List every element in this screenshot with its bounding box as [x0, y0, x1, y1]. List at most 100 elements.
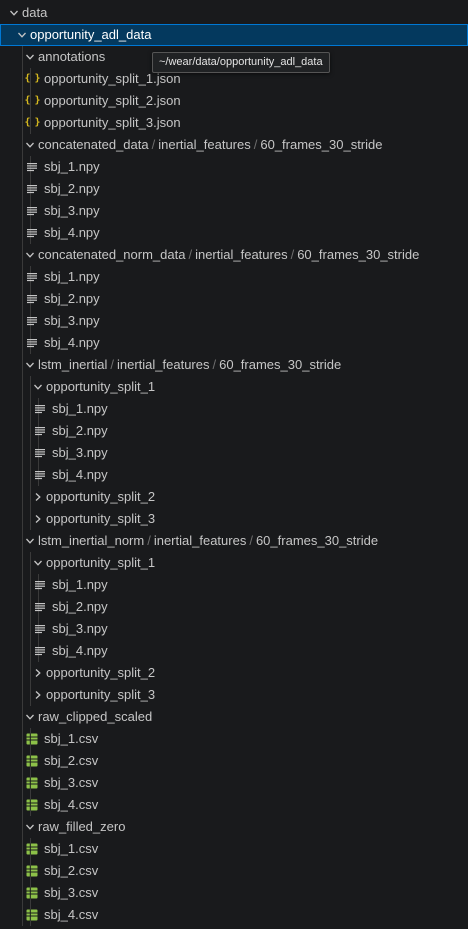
tree-folder-row[interactable]: opportunity_split_2 [0, 662, 468, 684]
spreadsheet-icon [24, 772, 40, 794]
tree-file-row[interactable]: sbj_3.csv [0, 882, 468, 904]
tree-folder-row[interactable]: opportunity_adl_data [0, 24, 468, 46]
indent-guide [22, 772, 23, 794]
tree-file-row[interactable]: sbj_1.npy [0, 574, 468, 596]
folder-label: lstm_inertial / inertial_features/60_frame… [38, 354, 341, 376]
tree-file-row[interactable]: sbj_2.npy [0, 420, 468, 442]
path-separator: / [151, 137, 156, 152]
indent-guide [22, 552, 23, 574]
chevron-down-icon[interactable] [22, 46, 38, 68]
file-label: opportunity_split_2.json [44, 93, 181, 108]
file-label: opportunity_split_3.json [44, 115, 181, 130]
tree-folder-row[interactable]: data [0, 2, 468, 24]
indent-guide [22, 288, 23, 310]
indent-guide [22, 266, 23, 288]
indent-guide [22, 178, 23, 200]
indent-guide [22, 860, 23, 882]
indent-guide [22, 618, 23, 640]
indent-guide [30, 420, 31, 442]
text-lines-icon [32, 442, 48, 464]
file-label: sbj_3.npy [44, 313, 100, 328]
chevron-down-icon[interactable] [22, 706, 38, 728]
tree-file-row[interactable]: sbj_3.npy [0, 310, 468, 332]
chevron-right-icon[interactable] [30, 662, 46, 684]
tree-folder-row[interactable]: raw_filled_zero [0, 816, 468, 838]
path-separator: / [249, 533, 253, 548]
tree-file-row[interactable]: { } opportunity_split_3.json [0, 112, 468, 134]
tree-folder-row[interactable]: concatenated_data / inertial_features/60_f… [0, 134, 468, 156]
tree-file-row[interactable]: sbj_1.npy [0, 266, 468, 288]
chevron-right-icon[interactable] [30, 486, 46, 508]
chevron-down-icon[interactable] [22, 816, 38, 838]
tree-file-row[interactable]: sbj_4.npy [0, 332, 468, 354]
tree-file-row[interactable]: sbj_2.csv [0, 860, 468, 882]
tree-folder-row[interactable]: opportunity_split_1 [0, 376, 468, 398]
indent-guide [30, 398, 31, 420]
tree-folder-row[interactable]: opportunity_split_2 [0, 486, 468, 508]
folder-label: concatenated_data / inertial_features/60_f… [38, 134, 383, 156]
tree-file-row[interactable]: sbj_3.npy [0, 618, 468, 640]
tree-file-row[interactable]: sbj_3.npy [0, 442, 468, 464]
chevron-down-icon[interactable] [30, 552, 46, 574]
tree-folder-row[interactable]: lstm_inertial_norm / inertial_features/60_… [0, 530, 468, 552]
indent-guide [22, 838, 23, 860]
file-label: sbj_2.npy [52, 423, 108, 438]
tree-file-row[interactable]: sbj_3.csv [0, 772, 468, 794]
file-label: sbj_3.npy [52, 445, 108, 460]
text-lines-icon [32, 398, 48, 420]
path-segment: 60_frames_30_stride [297, 247, 420, 262]
indent-guide [22, 442, 23, 464]
file-label: sbj_4.csv [44, 907, 99, 922]
chevron-down-icon[interactable] [22, 244, 38, 266]
tree-folder-row[interactable]: concatenated_norm_data / inertial_features… [0, 244, 468, 266]
chevron-down-icon[interactable] [22, 530, 38, 552]
indent-guide [22, 728, 23, 750]
tree-file-row[interactable]: sbj_1.csv [0, 838, 468, 860]
chevron-right-icon[interactable] [30, 508, 46, 530]
indent-guide [22, 486, 23, 508]
indent-guide [22, 596, 23, 618]
file-label: sbj_2.csv [44, 753, 99, 768]
folder-label: concatenated_norm_data / inertial_features… [38, 244, 419, 266]
tree-folder-row[interactable]: lstm_inertial / inertial_features/60_frame… [0, 354, 468, 376]
chevron-down-icon[interactable] [22, 354, 38, 376]
tree-file-row[interactable]: sbj_4.npy [0, 640, 468, 662]
tree-file-row[interactable]: sbj_1.csv [0, 728, 468, 750]
path-segment: inertial_features [116, 357, 210, 372]
indent-guide [22, 200, 23, 222]
tree-file-row[interactable]: sbj_4.csv [0, 794, 468, 816]
text-lines-icon [24, 332, 40, 354]
file-label: sbj_2.npy [44, 181, 100, 196]
tree-folder-row[interactable]: opportunity_split_3 [0, 508, 468, 530]
chevron-right-icon[interactable] [30, 684, 46, 706]
folder-label: lstm_inertial_norm / inertial_features/60_… [38, 530, 378, 552]
tree-file-row[interactable]: { } opportunity_split_2.json [0, 90, 468, 112]
chevron-down-icon[interactable] [30, 376, 46, 398]
folder-label: opportunity_split_2 [46, 489, 156, 504]
tree-file-row[interactable]: sbj_4.csv [0, 904, 468, 926]
chevron-down-icon[interactable] [22, 134, 38, 156]
text-lines-icon [24, 156, 40, 178]
chevron-down-icon[interactable] [6, 2, 22, 24]
file-label: sbj_3.npy [52, 621, 108, 636]
tree-folder-row[interactable]: opportunity_split_3 [0, 684, 468, 706]
tree-file-row[interactable]: sbj_4.npy [0, 222, 468, 244]
tree-file-row[interactable]: sbj_2.csv [0, 750, 468, 772]
chevron-down-icon[interactable] [14, 24, 30, 46]
path-tooltip: ~/wear/data/opportunity_adl_data [152, 52, 330, 73]
tree-file-row[interactable]: sbj_4.npy [0, 464, 468, 486]
json-braces-icon: { } [24, 117, 40, 128]
tree-file-row[interactable]: sbj_3.npy [0, 200, 468, 222]
path-segment: inertial_features [158, 137, 251, 152]
tree-file-row[interactable]: sbj_2.npy [0, 596, 468, 618]
tree-folder-row[interactable]: opportunity_split_1 [0, 552, 468, 574]
spreadsheet-icon [24, 750, 40, 772]
tree-file-row[interactable]: sbj_1.npy [0, 156, 468, 178]
tree-folder-row[interactable]: raw_clipped_scaled [0, 706, 468, 728]
tree-file-row[interactable]: sbj_1.npy [0, 398, 468, 420]
indent-guide [22, 398, 23, 420]
tree-file-row[interactable]: sbj_2.npy [0, 288, 468, 310]
spreadsheet-icon [24, 904, 40, 926]
tree-file-row[interactable]: sbj_2.npy [0, 178, 468, 200]
file-label: sbj_3.csv [44, 775, 99, 790]
